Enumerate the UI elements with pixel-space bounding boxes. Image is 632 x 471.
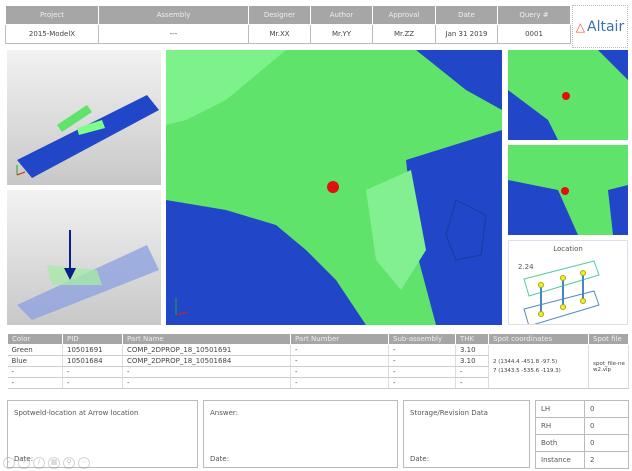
pen-icon[interactable]: ∕ — [33, 457, 45, 469]
part-render-transparent — [17, 230, 159, 320]
cell: Blue — [7, 355, 63, 367]
logo-text: Altair — [587, 18, 625, 35]
cell: - — [7, 366, 63, 378]
cell: Green — [7, 344, 63, 356]
note-answer[interactable]: Answer: Date: — [203, 400, 398, 468]
count-row-lh: LH 0 — [535, 400, 629, 418]
count-row-both: Both 0 — [535, 434, 629, 452]
count-label: LH — [535, 400, 585, 418]
col-color: Color — [7, 333, 63, 345]
col-part-name: Part Name — [122, 333, 291, 345]
cell: - — [455, 377, 489, 389]
note-title: Answer: — [210, 409, 239, 417]
approval-value: Mr.ZZ — [372, 24, 436, 44]
slides-icon[interactable]: ▦ — [48, 457, 60, 469]
note-title: Storage/Revision Data — [410, 409, 488, 417]
part-render-iso — [16, 95, 159, 178]
cell: - — [388, 366, 456, 378]
cell: - — [290, 366, 389, 378]
header-assembly: Assembly — [98, 5, 249, 25]
count-value: 0 — [584, 434, 629, 452]
cell: - — [388, 355, 456, 367]
header-designer: Designer — [248, 5, 311, 25]
count-row-instance: Instance 2 — [535, 451, 629, 469]
cell: 3.10 — [455, 344, 489, 356]
view-right-2[interactable] — [508, 145, 628, 235]
spot-coordinate: 2 (1344.4 -451.8 -97.5) — [493, 358, 558, 365]
header-date: Date — [435, 5, 498, 25]
cell: - — [290, 344, 389, 356]
spot-file-cell: spot_file-new2.vip — [588, 344, 629, 389]
count-value: 2 — [584, 451, 629, 469]
note-storage-revision[interactable]: Storage/Revision Data Date: — [403, 400, 530, 468]
previous-icon[interactable]: ‹ — [3, 457, 15, 469]
spot-coordinates-cell: 2 (1344.4 -451.8 -97.5) 7 (1343.5 -535.6 … — [488, 344, 589, 389]
count-label: RH — [535, 417, 585, 435]
part-render-right-1 — [508, 50, 628, 140]
spot-coordinate: 7 (1343.5 -535.6 -119.3) — [493, 367, 561, 374]
header-author: Author — [310, 5, 373, 25]
part-render-closeup — [166, 50, 502, 325]
presentation-toolbar: ‹ › ∕ ▦ ⚲ ⋯ — [3, 457, 90, 469]
cell: - — [290, 355, 389, 367]
parts-table: Color PID Part Name Part Number Sub-asse… — [7, 333, 629, 389]
view-main-zoom[interactable] — [166, 50, 502, 325]
cell: - — [388, 377, 456, 389]
query-value: 0001 — [497, 24, 571, 44]
header-project: Project — [5, 5, 99, 25]
dimension-label: 2.24 — [518, 263, 534, 271]
cell: - — [62, 366, 123, 378]
more-icon[interactable]: ⋯ — [78, 457, 90, 469]
cell: COMP_2DPROP_18_10501691 — [122, 344, 291, 356]
count-label: Instance — [535, 451, 585, 469]
cell: 10501684 — [62, 355, 123, 367]
designer-value: Mr.XX — [248, 24, 311, 44]
view-iso-top[interactable] — [7, 50, 161, 185]
note-title: Spotweld-location at Arrow location — [14, 409, 139, 417]
cell: 10501691 — [62, 344, 123, 356]
count-value: 0 — [584, 417, 629, 435]
location-diagram: Location 2.24 — [508, 240, 628, 325]
next-icon[interactable]: › — [18, 457, 30, 469]
view-right-1[interactable] — [508, 50, 628, 140]
view-iso-arrow[interactable] — [7, 190, 161, 325]
cell: - — [122, 366, 291, 378]
count-label: Both — [535, 434, 585, 452]
table-row: Green 10501691 COMP_2DPROP_18_10501691- -3.… — [7, 344, 629, 389]
note-date: Date: — [410, 455, 430, 463]
count-table: LH 0 RH 0 Both 0 Instance 2 — [535, 400, 629, 469]
cell: - — [122, 377, 291, 389]
note-date: Date: — [210, 455, 230, 463]
col-sub-assembly: Sub-assembly — [388, 333, 456, 345]
spot-layout-sketch — [523, 260, 600, 324]
date-value: Jan 31 2019 — [435, 24, 498, 44]
col-spot-file: Spot file — [588, 333, 629, 345]
col-spot-coordinates: Spot coordinates — [488, 333, 589, 345]
zoom-icon[interactable]: ⚲ — [63, 457, 75, 469]
spot-weld-marker — [327, 181, 339, 193]
author-value: Mr.YY — [310, 24, 373, 44]
header-table: Project Assembly Designer Author Approva… — [5, 5, 571, 44]
assembly-value: --- — [98, 24, 249, 44]
header-approval: Approval — [372, 5, 436, 25]
cell: - — [388, 344, 456, 356]
altair-logo: △ Altair — [572, 5, 628, 48]
cell: - — [7, 377, 63, 389]
col-part-number: Part Number — [290, 333, 389, 345]
col-thk: THK — [455, 333, 489, 345]
part-render-right-2 — [508, 180, 628, 235]
cell: - — [455, 366, 489, 378]
count-value: 0 — [584, 400, 629, 418]
count-row-rh: RH 0 — [535, 417, 629, 435]
col-pid: PID — [62, 333, 123, 345]
cell: - — [290, 377, 389, 389]
cell: COMP_2DPROP_18_10501684 — [122, 355, 291, 367]
header-query: Query # — [497, 5, 571, 25]
project-value: 2015-ModelX — [5, 24, 99, 44]
cell: 3.10 — [455, 355, 489, 367]
location-title: Location — [553, 245, 583, 253]
cell: - — [62, 377, 123, 389]
